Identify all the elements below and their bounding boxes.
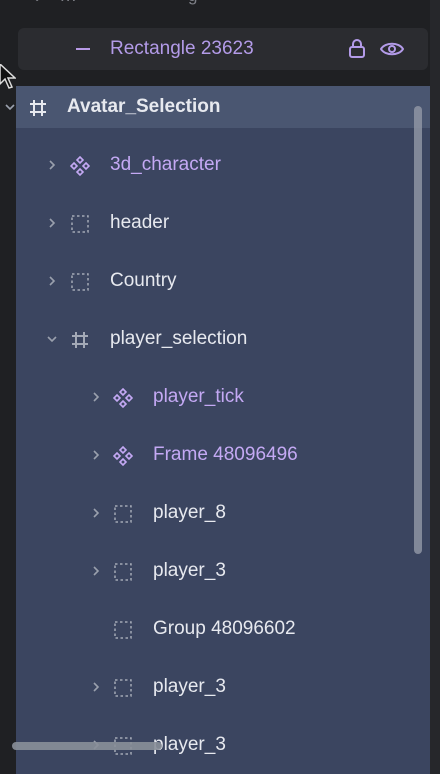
component-icon <box>112 445 134 467</box>
layer-row-country[interactable]: Country <box>0 262 420 302</box>
chevron-right-icon[interactable] <box>90 448 102 466</box>
layer-row-partial[interactable]: ⌄ ... g <box>0 0 440 8</box>
layer-row-3d-character[interactable]: 3d_character <box>0 146 420 186</box>
group-icon <box>70 214 90 234</box>
layer-label-partial-end: g <box>188 0 197 6</box>
layer-label-partial: ... <box>60 0 77 6</box>
chevron-right-icon[interactable] <box>90 506 102 524</box>
layer-row-player-tick[interactable]: player_tick <box>0 378 420 418</box>
layer-row-player-8[interactable]: player_8 <box>0 494 420 534</box>
layer-label: player_3 <box>153 734 226 755</box>
layer-row-player-3a[interactable]: player_3 <box>0 552 420 592</box>
group-icon <box>70 272 90 292</box>
layer-label: Avatar_Selection <box>67 96 221 117</box>
layer-label: player_8 <box>153 502 226 523</box>
layer-label: player_3 <box>153 676 226 697</box>
group-icon <box>113 562 133 582</box>
layer-label: 3d_character <box>110 154 221 175</box>
frame-icon <box>70 330 90 350</box>
layer-label: header <box>110 212 170 233</box>
layer-label: Group 48096602 <box>153 618 296 639</box>
layers-panel: ⌄ ... g Rectangle 23623 Avatar_Selection… <box>0 0 440 774</box>
group-icon <box>113 678 133 698</box>
group-icon <box>113 620 133 640</box>
layer-label: player_selection <box>110 328 248 349</box>
chevron-right-icon[interactable] <box>46 216 58 234</box>
layer-label: player_3 <box>153 560 226 581</box>
layer-row-frame-48096496[interactable]: Frame 48096496 <box>0 436 420 476</box>
layer-label: Country <box>110 270 177 291</box>
layer-label: player_tick <box>153 386 244 407</box>
frame-icon <box>28 98 48 118</box>
chevron-right-icon[interactable] <box>90 564 102 582</box>
component-icon <box>69 155 91 177</box>
chevron-right-icon[interactable] <box>46 274 58 292</box>
layer-row-avatar-selection[interactable]: Avatar_Selection <box>0 88 420 128</box>
layer-row-group-48096602[interactable]: Group 48096602 <box>0 610 420 650</box>
eye-icon[interactable] <box>379 40 405 63</box>
layer-row-rectangle[interactable]: Rectangle 23623 <box>18 28 428 70</box>
chevron-right-icon[interactable] <box>46 158 58 176</box>
layer-label: Frame 48096496 <box>153 444 298 465</box>
layer-row-header[interactable]: header <box>0 204 420 244</box>
chevron-down-icon[interactable]: ⌄ <box>30 0 44 6</box>
vertical-scrollbar[interactable] <box>414 106 422 554</box>
rectangle-line-icon <box>76 48 90 50</box>
component-icon <box>112 387 134 409</box>
layer-row-player-3b[interactable]: player_3 <box>0 668 420 708</box>
chevron-right-icon[interactable] <box>90 680 102 698</box>
horizontal-scrollbar[interactable] <box>12 742 162 750</box>
chevron-down-icon[interactable] <box>46 332 58 350</box>
layer-row-player-selection[interactable]: player_selection <box>0 320 420 360</box>
panel-edge <box>430 0 440 774</box>
chevron-right-icon[interactable] <box>90 390 102 408</box>
group-icon <box>113 504 133 524</box>
layer-label: Rectangle 23623 <box>110 38 254 59</box>
lock-icon[interactable] <box>348 38 366 63</box>
